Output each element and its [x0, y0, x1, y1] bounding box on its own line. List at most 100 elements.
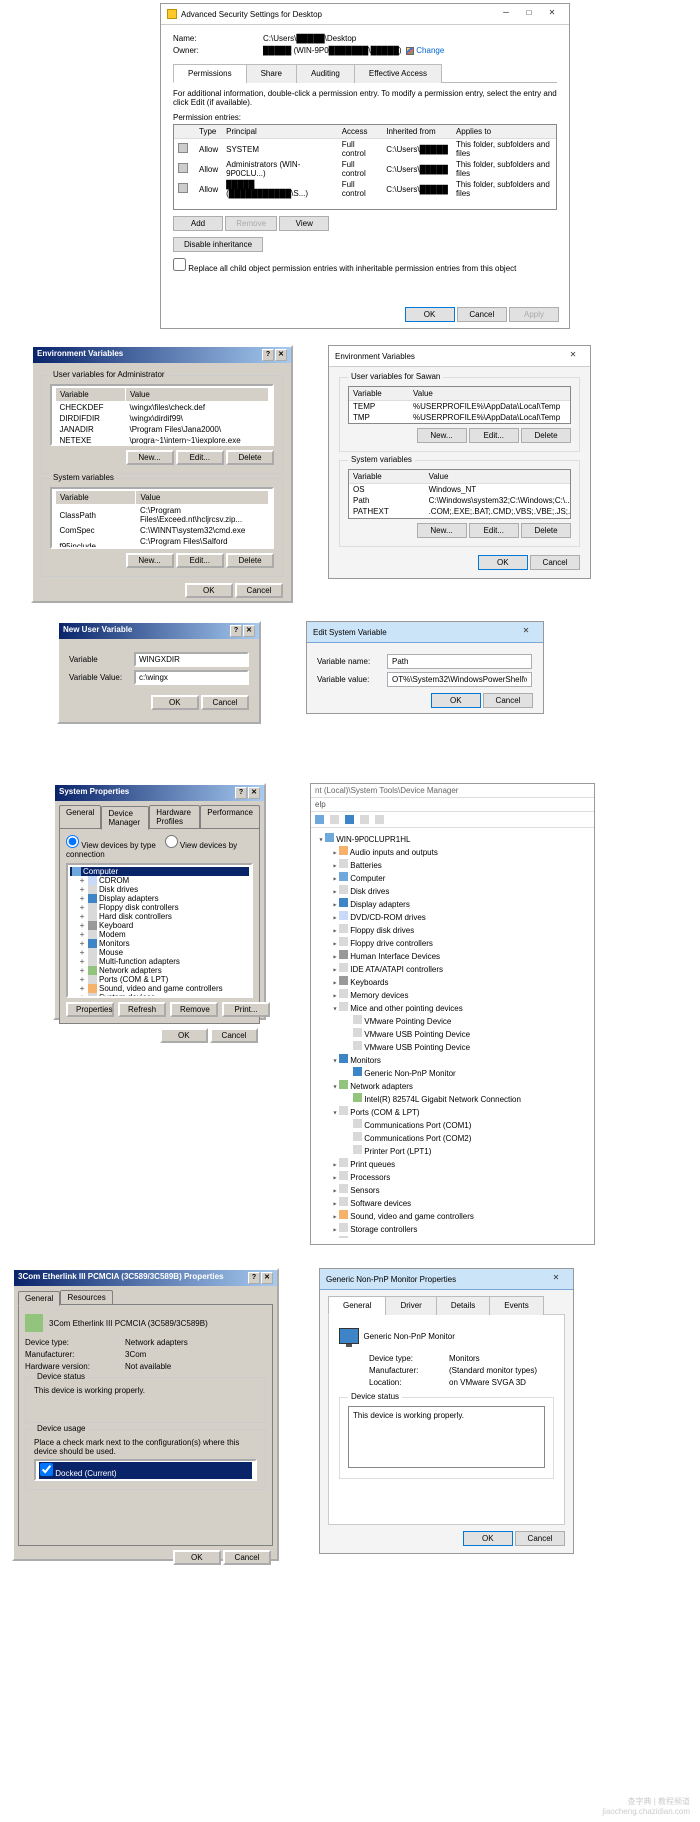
delete-button[interactable]: Delete	[226, 553, 274, 568]
delete-button[interactable]: Delete	[521, 523, 571, 538]
print-button[interactable]: Print...	[222, 1002, 270, 1017]
ok-button[interactable]: OK	[463, 1531, 513, 1546]
expand-icon[interactable]: +	[78, 930, 86, 939]
table-row[interactable]: OSWindows_NT	[349, 484, 571, 496]
tree-node[interactable]: Communications Port (COM1)	[317, 1118, 588, 1131]
tree-node[interactable]: ▸ Computer	[317, 871, 588, 884]
ok-button[interactable]: OK	[405, 307, 455, 322]
tree-node[interactable]: +Monitors	[70, 939, 249, 948]
tree-node[interactable]: ▸ Floppy drive controllers	[317, 936, 588, 949]
close-button[interactable]: ✕	[562, 349, 584, 363]
expand-icon[interactable]: ▸	[331, 1186, 339, 1195]
cancel-button[interactable]: Cancel	[530, 555, 580, 570]
tab-details[interactable]: Details	[436, 1296, 490, 1315]
close-button[interactable]: ✕	[261, 1272, 273, 1284]
new-button[interactable]: New...	[126, 553, 174, 568]
tree-node[interactable]: ▾ Mice and other pointing devices	[317, 1001, 588, 1014]
table-row[interactable]: AllowSYSTEMFull controlC:\Users\█████Thi…	[174, 139, 556, 160]
col-principal[interactable]: Principal	[222, 125, 338, 139]
help-button[interactable]: ?	[235, 787, 247, 799]
help-button[interactable]: ?	[248, 1272, 260, 1284]
replace-checkbox-label[interactable]: Replace all child object permission entr…	[173, 264, 516, 273]
tree-node[interactable]: ▸ Batteries	[317, 858, 588, 871]
tab-effective-access[interactable]: Effective Access	[354, 64, 442, 83]
device-tree[interactable]: Computer +CDROM+Disk drives+Display adap…	[66, 863, 253, 998]
collapse-icon[interactable]: ▾	[331, 1056, 339, 1065]
expand-icon[interactable]: ▸	[331, 1199, 339, 1208]
tree-node[interactable]: +Multi-function adapters	[70, 957, 249, 966]
table-row[interactable]: f95includeC:\Program Files\Salford Softw…	[56, 536, 269, 549]
tree-node[interactable]: ▾ Monitors	[317, 1053, 588, 1066]
remove-button[interactable]: Remove	[170, 1002, 218, 1017]
tree-node[interactable]: ▸ Print queues	[317, 1157, 588, 1170]
tree-node[interactable]: +Network adapters	[70, 966, 249, 975]
tab-permissions[interactable]: Permissions	[173, 64, 247, 83]
docked-checkbox[interactable]	[40, 1463, 53, 1476]
col-inherited[interactable]: Inherited from	[382, 125, 452, 139]
help-button[interactable]: ?	[262, 349, 274, 361]
expand-icon[interactable]: ▸	[331, 887, 339, 896]
tree-root[interactable]: WIN-9P0CLUPR1HL	[336, 835, 410, 844]
tree-node[interactable]: VMware Pointing Device	[317, 1014, 588, 1027]
expand-icon[interactable]: ▸	[331, 1160, 339, 1169]
menu-help[interactable]: elp	[315, 800, 326, 809]
expand-icon[interactable]: ▸	[331, 861, 339, 870]
tree-node[interactable]: +Mouse	[70, 948, 249, 957]
tree-node[interactable]: +Ports (COM & LPT)	[70, 975, 249, 984]
tab-device-manager[interactable]: Device Manager	[101, 806, 149, 830]
variable-name-input[interactable]	[387, 654, 532, 669]
tab-general[interactable]: General	[328, 1296, 386, 1315]
change-owner-link[interactable]: Change	[416, 46, 444, 55]
table-row[interactable]: PathC:\Windows\system32;C:\Windows;C:\..…	[349, 495, 571, 506]
toolbar-icon[interactable]	[345, 815, 354, 824]
tree-node[interactable]: Intel(R) 82574L Gigabit Network Connecti…	[317, 1092, 588, 1105]
col-access[interactable]: Access	[338, 125, 383, 139]
col-variable[interactable]: Variable	[349, 387, 409, 401]
expand-icon[interactable]: +	[78, 948, 86, 957]
expand-icon[interactable]: +	[78, 903, 86, 912]
tab-hardware-profiles[interactable]: Hardware Profiles	[149, 805, 200, 828]
ok-button[interactable]: OK	[151, 695, 199, 710]
minimize-button[interactable]: －	[495, 7, 517, 21]
expand-icon[interactable]: ▸	[331, 926, 339, 935]
expand-icon[interactable]: ▸	[331, 952, 339, 961]
expand-icon[interactable]: ▸	[331, 978, 339, 987]
tree-node[interactable]: +CDROM	[70, 876, 249, 885]
expand-icon[interactable]: ▸	[331, 965, 339, 974]
table-row[interactable]: TMP%USERPROFILE%\AppData\Local\Temp	[349, 412, 570, 423]
tree-node[interactable]: ▸ Memory devices	[317, 988, 588, 1001]
table-row[interactable]: JANADIR\Program Files\Jana2000\	[56, 424, 269, 435]
table-row[interactable]: CHECKDEF\wingx\files\check.def	[56, 402, 269, 414]
collapse-icon[interactable]: ▾	[331, 1108, 339, 1117]
add-button[interactable]: Add	[173, 216, 223, 231]
tree-node[interactable]: +System devices	[70, 993, 249, 998]
table-row[interactable]: ComSpecC:\WINNT\system32\cmd.exe	[56, 525, 269, 536]
tree-node[interactable]: ▸ Keyboards	[317, 975, 588, 988]
toolbar-icon[interactable]	[375, 815, 384, 824]
expand-icon[interactable]: +	[78, 993, 86, 998]
permission-listbox[interactable]: Type Principal Access Inherited from App…	[173, 124, 557, 210]
refresh-button[interactable]: Refresh	[118, 1002, 166, 1017]
new-button[interactable]: New...	[417, 428, 467, 443]
apply-button[interactable]: Apply	[509, 307, 559, 322]
table-row[interactable]: PATHEXT.COM;.EXE;.BAT;.CMD;.VBS;.VBE;.JS…	[349, 506, 571, 517]
tree-node[interactable]: +Hard disk controllers	[70, 912, 249, 921]
table-row[interactable]: DIRDIFDIR\wingx\dirdif99\	[56, 413, 269, 424]
col-variable[interactable]: Variable	[349, 470, 425, 484]
expand-icon[interactable]: ▸	[331, 991, 339, 1000]
tab-events[interactable]: Events	[489, 1296, 543, 1315]
expand-icon[interactable]: +	[78, 975, 86, 984]
tree-node[interactable]: Generic Non-PnP Monitor	[317, 1066, 588, 1079]
tree-node[interactable]: ▾ Network adapters	[317, 1079, 588, 1092]
tree-node[interactable]: ▸ Storage controllers	[317, 1222, 588, 1235]
device-usage-listbox[interactable]: Docked (Current)	[34, 1459, 257, 1481]
col-applies[interactable]: Applies to	[452, 125, 556, 139]
tree-node[interactable]: +Display adapters	[70, 894, 249, 903]
user-vars-listbox[interactable]: VariableValueCHECKDEF\wingx\files\check.…	[50, 384, 274, 446]
edit-button[interactable]: Edit...	[176, 450, 224, 465]
tree-node[interactable]: +Floppy disk controllers	[70, 903, 249, 912]
tree-node[interactable]: ▸ Disk drives	[317, 884, 588, 897]
tab-general[interactable]: General	[59, 805, 101, 828]
tree-node[interactable]: +Modem	[70, 930, 249, 939]
view-button[interactable]: View	[279, 216, 329, 231]
